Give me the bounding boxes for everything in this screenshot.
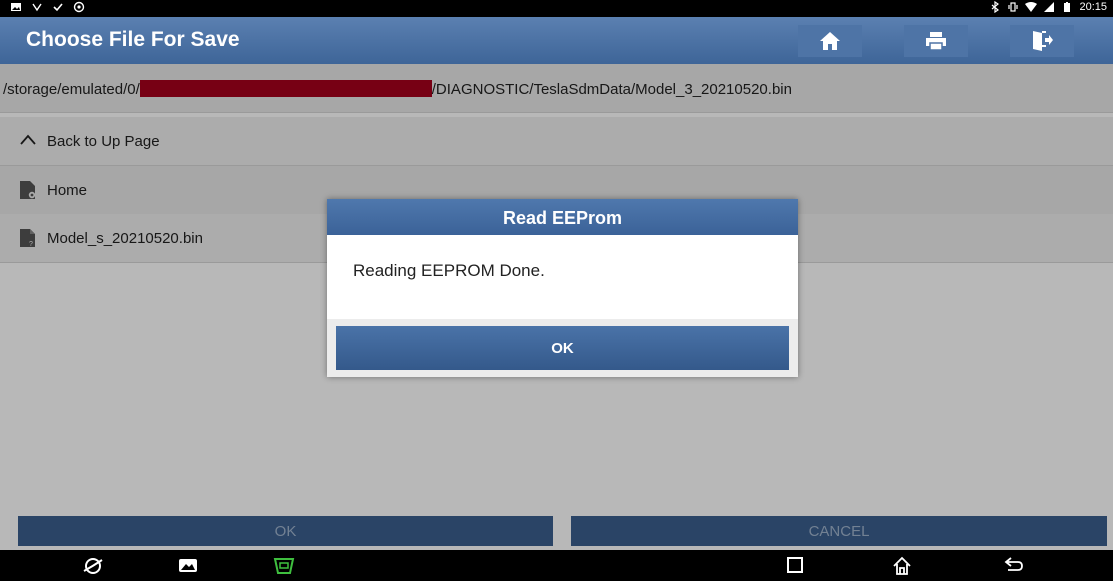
vibrate-icon: [1008, 2, 1019, 12]
read-eeprom-dialog: Read EEProm Reading EEPROM Done. OK: [327, 199, 798, 377]
dialog-ok-button[interactable]: OK: [336, 326, 789, 370]
back-nav-icon[interactable]: [1004, 556, 1024, 574]
check-notification-icon: [53, 3, 63, 12]
signal-icon: [1044, 2, 1055, 12]
wifi-icon: [1025, 2, 1038, 12]
dialog-title: Read EEProm: [327, 199, 798, 235]
recent-apps-icon[interactable]: [786, 556, 804, 574]
app-header: Choose File For Save: [0, 17, 1113, 64]
battery-icon: [1064, 2, 1071, 12]
browser-icon[interactable]: [82, 556, 104, 576]
exit-door-icon: [1033, 31, 1053, 51]
status-bar: 20:15: [0, 0, 1113, 17]
exit-button[interactable]: [1010, 25, 1074, 57]
usb-notification-icon: [32, 3, 42, 12]
printer-icon: [926, 32, 946, 51]
gallery-notification-icon: [11, 3, 21, 11]
gallery-icon[interactable]: [178, 556, 198, 574]
navigation-bar: [0, 550, 1113, 581]
home-button[interactable]: [798, 25, 862, 57]
settings-notification-icon: [73, 1, 85, 13]
dialog-message: Reading EEPROM Done.: [327, 235, 798, 319]
print-button[interactable]: [904, 25, 968, 57]
home-nav-icon[interactable]: [892, 556, 912, 576]
bluetooth-icon: [992, 1, 1000, 13]
status-time: 20:15: [1079, 1, 1107, 13]
dialog-footer: OK: [327, 319, 798, 377]
vci-connector-icon[interactable]: [272, 556, 296, 576]
page-title: Choose File For Save: [26, 28, 240, 51]
home-icon: [820, 32, 840, 50]
